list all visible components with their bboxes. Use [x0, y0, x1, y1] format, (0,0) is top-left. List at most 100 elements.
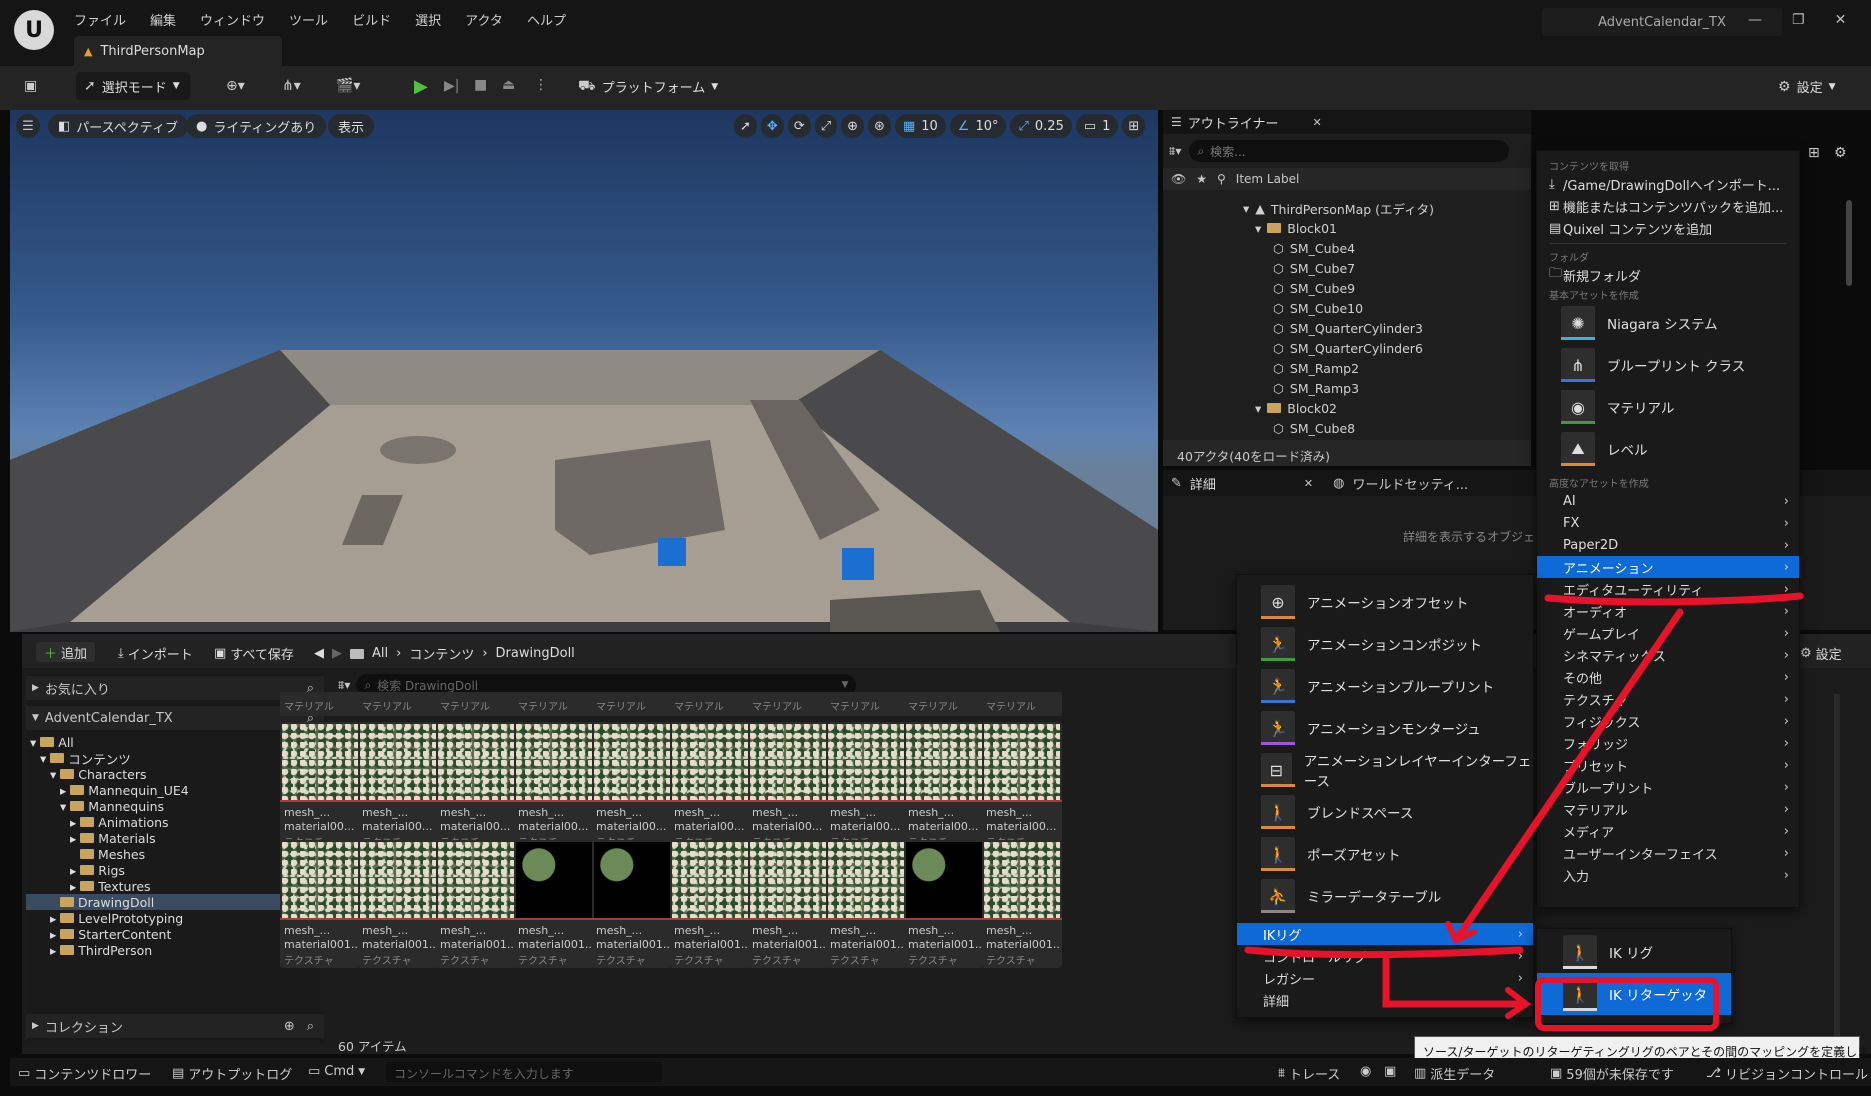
asset-tile[interactable]: mesh_... material001... テクスチャ	[982, 840, 1062, 968]
asset-scrollbar[interactable]	[1834, 694, 1840, 1044]
world-icon[interactable]: ⊕	[841, 114, 865, 138]
perspective-button[interactable]: ◧ パースペクティブ	[48, 114, 188, 138]
tree-row-folder[interactable]: ▾ Block02	[1243, 398, 1434, 418]
menu-advanced-item[interactable]: フォリッジ ›	[1537, 732, 1799, 754]
save-icon[interactable]: ▣	[24, 78, 37, 94]
asset-tile[interactable]: mesh_... material001... テクスチャ	[592, 840, 672, 968]
menu-new-folder[interactable]: 🗀 新規フォルダ	[1537, 264, 1799, 286]
asset-tile[interactable]: mesh_... material001... テクスチャ	[280, 840, 360, 968]
menu-advanced-item[interactable]: プリセット ›	[1537, 754, 1799, 776]
asset-tile[interactable]: mesh_... material00... テクスチャ	[982, 722, 1062, 850]
derived-data-button[interactable]: ▥ 派生データ	[1414, 1064, 1495, 1083]
menu-advanced-item[interactable]: ブループリント ›	[1537, 776, 1799, 798]
layout-icon[interactable]: ⊞	[1122, 114, 1146, 138]
menu-animation-item[interactable]: 🏃 アニメーションブループリント	[1237, 665, 1533, 707]
menu-import-to[interactable]: ⤓ /Game/DrawingDollへインポート...	[1537, 173, 1799, 195]
select-mode-dropdown[interactable]: ➚ 選択モード ▼	[76, 72, 190, 100]
breadcrumb-content[interactable]: コンテンツ	[409, 644, 474, 663]
scale-snap-button[interactable]: ⤢ 0.25	[1010, 114, 1072, 138]
rotation-snap-button[interactable]: ∠ 10°	[949, 114, 1007, 138]
eye-icon[interactable]: 👁	[1171, 172, 1186, 186]
surface-snap-icon[interactable]: ⊛	[868, 114, 891, 138]
tree-row-map[interactable]: ▾ ▲ ThirdPersonMap (エディタ)	[1243, 198, 1434, 218]
menu-advanced[interactable]: 詳細 ›	[1237, 989, 1533, 1011]
show-button[interactable]: 表示	[328, 114, 375, 138]
stop-icon[interactable]: ■	[474, 77, 487, 93]
asset-tile[interactable]: mesh_... material001... テクスチャ	[904, 840, 984, 968]
rotate-tool-icon[interactable]: ⟳	[787, 114, 811, 138]
trace-button[interactable]: ⩩ トレース	[1278, 1064, 1340, 1083]
add-collection-icon[interactable]: ⊕	[284, 1019, 295, 1034]
asset-tile[interactable]: mesh_... material00... テクスチャ	[280, 722, 360, 850]
level-viewport[interactable]: ☰ ◧ パースペクティブ ● ライティングあり 表示 ➚ ✥ ⟳ ⤢ ⊕ ⊛ ▦ 10…	[10, 110, 1158, 632]
scale-tool-icon[interactable]: ⤢	[814, 114, 838, 138]
tree-row-mesh[interactable]: ⬡ SM_Cube7	[1243, 258, 1434, 278]
camera-icon[interactable]: ▣	[1384, 1064, 1396, 1079]
menu-advanced-item[interactable]: その他 ›	[1537, 666, 1799, 688]
menu-legacy[interactable]: レガシー ›	[1237, 967, 1533, 989]
asset-tile[interactable]: mesh_... material00... テクスチャ	[358, 722, 438, 850]
breadcrumb-drawingdoll[interactable]: DrawingDoll	[496, 646, 575, 661]
menu-actor[interactable]: アクタ	[465, 10, 503, 29]
asset-tile[interactable]: mesh_... material00... テクスチャ	[514, 722, 594, 850]
gear-icon[interactable]: ⚙	[1834, 145, 1847, 161]
menu-animation-item[interactable]: ⊕ アニメーションオフセット	[1237, 581, 1533, 623]
asset-tile[interactable]: mesh_... material00... テクスチャ	[670, 722, 750, 850]
outliner-tab[interactable]: ☰ アウトライナー ✕	[1163, 110, 1531, 134]
camera-speed-button[interactable]: ▭ 1	[1075, 114, 1119, 138]
tree-row-mesh[interactable]: ⬡ SM_QuarterCylinder3	[1243, 318, 1434, 338]
search-icon[interactable]: ⌕	[307, 1019, 314, 1034]
tree-row-mesh[interactable]: ⬡ SM_QuarterCylinder6	[1243, 338, 1434, 358]
tree-row-mesh[interactable]: ⬡ SM_Cube4	[1243, 238, 1434, 258]
settings-dropdown[interactable]: ⚙ 設定 ▼	[1778, 77, 1836, 97]
asset-tile[interactable]: mesh_... material001... テクスチャ	[826, 840, 906, 968]
menu-advanced-item[interactable]: アニメーション ›	[1537, 556, 1799, 578]
menu-ik-rig[interactable]: IKリグ ›	[1237, 923, 1533, 945]
asset-tile[interactable]: mesh_... material00... テクスチャ	[826, 722, 906, 850]
menu-help[interactable]: ヘルプ	[527, 10, 566, 29]
item-label-column[interactable]: Item Label	[1236, 172, 1300, 186]
menu-file[interactable]: ファイル	[74, 10, 126, 29]
tree-row-mesh[interactable]: ⬡ SM_Cube8	[1243, 418, 1434, 438]
menu-advanced-item[interactable]: FX ›	[1537, 512, 1799, 534]
platform-dropdown[interactable]: ⛟ プラットフォーム ▼	[578, 77, 718, 97]
blueprint-icon[interactable]: ⋔▾	[282, 78, 301, 94]
cb-settings-button[interactable]: ⚙ 設定	[1800, 644, 1842, 663]
tree-row-folder[interactable]: ▾ Block01	[1243, 218, 1434, 238]
output-log-button[interactable]: ▤ アウトプットログ	[172, 1064, 292, 1083]
menu-ik-rig-asset[interactable]: 🚶 IK リグ	[1537, 931, 1731, 973]
outliner-search-input[interactable]: ⌕ 検索...	[1189, 140, 1510, 162]
pin-icon[interactable]: ⚲	[1217, 172, 1226, 186]
menu-animation-item[interactable]: ⊟ アニメーションレイヤーインターフェース	[1237, 749, 1533, 791]
menu-advanced-item[interactable]: マテリアル ›	[1537, 798, 1799, 820]
menu-edit[interactable]: 編集	[150, 10, 176, 29]
unreal-logo[interactable]: U	[14, 10, 54, 50]
menu-ik-retargeter[interactable]: 🚶 IK リターゲッタ	[1537, 973, 1731, 1015]
menu-advanced-item[interactable]: オーディオ ›	[1537, 600, 1799, 622]
move-tool-icon[interactable]: ✥	[760, 114, 784, 138]
asset-tile[interactable]: mesh_... material001... テクスチャ	[670, 840, 750, 968]
outliner-scrollbar[interactable]	[1846, 200, 1852, 286]
menu-advanced-item[interactable]: シネマティックス ›	[1537, 644, 1799, 666]
add-button[interactable]: ＋ 追加	[36, 642, 96, 662]
hamburger-icon[interactable]: ☰	[16, 114, 40, 138]
tree-row-mesh[interactable]: ⬡ SM_Cube10	[1243, 298, 1434, 318]
asset-tile[interactable]: mesh_... material00... テクスチャ	[748, 722, 828, 850]
tab-world-settings[interactable]: ワールドセッティ...	[1352, 474, 1468, 493]
menu-control-rig[interactable]: コントロールリグ ›	[1237, 945, 1533, 967]
play-icon[interactable]: ▶	[414, 76, 428, 97]
more-options-icon[interactable]: ⋮	[534, 77, 548, 93]
eject-icon[interactable]: ⏏	[502, 77, 515, 93]
menu-window[interactable]: ウィンドウ	[200, 10, 265, 29]
save-all-button[interactable]: ▣ すべて保存	[214, 644, 294, 663]
asset-tile[interactable]: mesh_... material00... テクスチャ	[592, 722, 672, 850]
asset-tile[interactable]: mesh_... material001... テクスチャ	[514, 840, 594, 968]
cmd-dropdown[interactable]: ▭ Cmd ▼	[308, 1064, 365, 1079]
menu-blueprint-class[interactable]: ⋔ ブループリント クラス	[1537, 344, 1799, 386]
menu-advanced-item[interactable]: エディタユーティリティ ›	[1537, 578, 1799, 600]
tree-row-mesh[interactable]: ⬡ SM_Ramp3	[1243, 378, 1434, 398]
close-icon[interactable]: ✕	[1313, 116, 1322, 129]
breadcrumb-all[interactable]: All	[372, 646, 388, 661]
menu-advanced-item[interactable]: フィジックス ›	[1537, 710, 1799, 732]
menu-build[interactable]: ビルド	[352, 10, 391, 29]
